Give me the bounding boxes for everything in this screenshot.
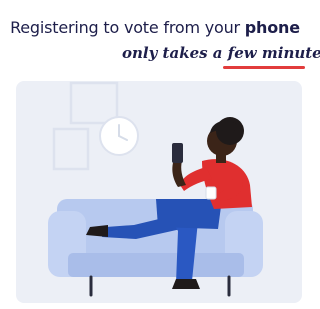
cup-icon: [205, 186, 217, 200]
woman-on-sofa-illustration: [16, 81, 302, 303]
headline-text: Registering to vote from your: [10, 18, 240, 37]
subline: only takes a few minutes: [122, 44, 320, 62]
promo-card: Registering to vote from your phone only…: [0, 0, 320, 309]
phone-icon: [172, 143, 183, 163]
subline-underline: [223, 66, 305, 69]
headline-emphasis: phone: [244, 18, 300, 37]
clock-icon: [99, 116, 139, 156]
headline: Registering to vote from your phone: [0, 18, 310, 37]
